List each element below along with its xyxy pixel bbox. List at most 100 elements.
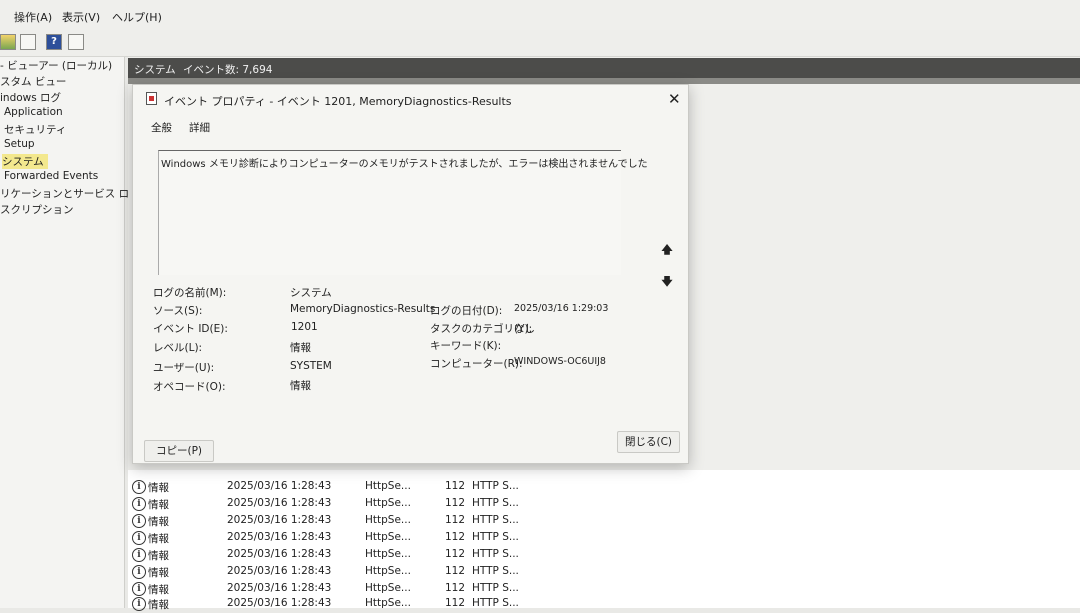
event-id: 112 — [445, 480, 466, 492]
table-row[interactable]: i 情報 2025/03/16 1:28:43 HttpSe... 112 HT… — [128, 496, 1080, 513]
tree-item-event-viewer[interactable]: - ビューアー (ローカル) — [0, 58, 112, 73]
opcode-label: オペコード(O): — [153, 381, 226, 393]
event-level: 情報 — [148, 584, 169, 596]
action-pane-icon[interactable] — [68, 34, 84, 50]
info-icon: i — [132, 514, 146, 528]
event-source: HttpSe... — [365, 480, 411, 492]
event-id-value: 1201 — [291, 321, 318, 333]
event-list: i 情報 2025/03/16 1:28:43 HttpSe... 112 HT… — [128, 470, 1080, 611]
tree-item-forwarded-events[interactable]: Forwarded Events — [4, 170, 98, 182]
event-task: HTTP S... — [472, 597, 519, 609]
tree-item-custom-views[interactable]: スタム ビュー — [0, 74, 66, 89]
info-icon: i — [132, 597, 146, 611]
opcode-value: 情報 — [290, 380, 311, 392]
menu-view[interactable]: 表示(V) — [62, 9, 100, 25]
event-source: HttpSe... — [365, 497, 411, 509]
event-level: 情報 — [148, 567, 169, 579]
help-icon[interactable]: ? — [46, 34, 62, 50]
log-name: システム — [134, 64, 176, 76]
event-date: 2025/03/16 1:28:43 — [227, 497, 332, 509]
event-level: 情報 — [148, 550, 169, 562]
table-row[interactable]: i 情報 2025/03/16 1:28:43 HttpSe... 112 HT… — [128, 564, 1080, 581]
event-properties-dialog: イベント プロパティ - イベント 1201, MemoryDiagnostic… — [132, 84, 689, 464]
open-icon[interactable] — [0, 34, 16, 50]
event-task: HTTP S... — [472, 565, 519, 577]
log-name-value: システム — [290, 287, 332, 299]
tab-details[interactable]: 詳細 — [189, 120, 210, 135]
event-source: HttpSe... — [365, 565, 411, 577]
source-label: ソース(S): — [153, 305, 203, 317]
event-id: 112 — [445, 582, 466, 594]
event-date: 2025/03/16 1:28:43 — [227, 514, 332, 526]
event-level: 情報 — [148, 516, 169, 528]
dialog-title: イベント プロパティ - イベント 1201, MemoryDiagnostic… — [164, 95, 512, 108]
tree-item-security[interactable]: セキュリティ — [4, 122, 66, 137]
event-date: 2025/03/16 1:28:43 — [227, 480, 332, 492]
event-task: HTTP S... — [472, 548, 519, 560]
log-name-label: ログの名前(M): — [153, 287, 227, 299]
info-icon: i — [132, 565, 146, 579]
tree-item-application[interactable]: Application — [4, 106, 63, 118]
info-icon: i — [132, 531, 146, 545]
table-row[interactable]: i 情報 2025/03/16 1:28:43 HttpSe... 112 HT… — [128, 596, 1080, 613]
event-date: 2025/03/16 1:28:43 — [227, 531, 332, 543]
show-hide-tree-icon[interactable] — [20, 34, 36, 50]
info-icon: i — [132, 548, 146, 562]
event-source: HttpSe... — [365, 582, 411, 594]
event-level: 情報 — [148, 482, 169, 494]
arrow-up-icon[interactable]: 🡅 — [659, 242, 675, 258]
event-id: 112 — [445, 597, 466, 609]
event-id: 112 — [445, 531, 466, 543]
copy-button[interactable]: コピー(P) — [144, 440, 214, 462]
keyword-label: キーワード(K): — [430, 340, 502, 352]
task-category-value: なし — [514, 323, 535, 335]
event-date: 2025/03/16 1:28:43 — [227, 548, 332, 560]
table-row[interactable]: i 情報 2025/03/16 1:28:43 HttpSe... 112 HT… — [128, 513, 1080, 530]
event-source: HttpSe... — [365, 597, 411, 609]
tree-item-windows-logs[interactable]: indows ログ — [0, 90, 61, 105]
event-viewer-icon — [146, 92, 157, 105]
source-value: MemoryDiagnostics-Results — [290, 303, 436, 315]
event-count: イベント数: 7,694 — [183, 64, 273, 76]
tree-item-subscriptions[interactable]: スクリプション — [0, 202, 74, 217]
event-id: 112 — [445, 497, 466, 509]
user-value: SYSTEM — [290, 360, 332, 372]
event-id: 112 — [445, 514, 466, 526]
tree-item-system[interactable]: システム — [2, 154, 48, 169]
info-icon: i — [132, 480, 146, 494]
event-level: 情報 — [148, 533, 169, 545]
tab-general[interactable]: 全般 — [151, 120, 172, 135]
event-date: 2025/03/16 1:28:43 — [227, 597, 332, 609]
close-button[interactable]: 閉じる(C) — [617, 431, 680, 453]
tree-item-setup[interactable]: Setup — [4, 138, 35, 150]
arrow-down-icon[interactable]: 🡇 — [659, 274, 675, 290]
event-date: 2025/03/16 1:28:43 — [227, 565, 332, 577]
date-label: ログの日付(D): — [430, 305, 503, 317]
log-header: システム イベント数: 7,694 — [128, 58, 1080, 78]
event-source: HttpSe... — [365, 514, 411, 526]
menu-help[interactable]: ヘルプ(H) — [112, 9, 162, 25]
event-id: 112 — [445, 548, 466, 560]
menu-action[interactable]: 操作(A) — [14, 9, 52, 25]
computer-label: コンピューター(R): — [430, 358, 523, 370]
navigation-tree: - ビューアー (ローカル) スタム ビュー indows ログ Applica… — [0, 57, 140, 608]
event-message-text: Windows メモリ診断によりコンピューターのメモリがテストされましたが、エラ… — [161, 159, 648, 170]
table-row[interactable]: i 情報 2025/03/16 1:28:43 HttpSe... 112 HT… — [128, 479, 1080, 496]
event-id-label: イベント ID(E): — [153, 323, 228, 335]
event-task: HTTP S... — [472, 480, 519, 492]
event-source: HttpSe... — [365, 548, 411, 560]
tree-item-app-service-logs[interactable]: リケーションとサービス ログ — [0, 186, 140, 201]
toolbar: ? — [0, 30, 1080, 57]
event-source: HttpSe... — [365, 531, 411, 543]
table-row[interactable]: i 情報 2025/03/16 1:28:43 HttpSe... 112 HT… — [128, 547, 1080, 564]
event-task: HTTP S... — [472, 514, 519, 526]
event-task: HTTP S... — [472, 497, 519, 509]
date-value: 2025/03/16 1:29:03 — [514, 303, 609, 314]
info-icon: i — [132, 497, 146, 511]
menu-bar: 操作(A) 表示(V) ヘルプ(H) — [0, 0, 1080, 30]
user-label: ユーザー(U): — [153, 362, 215, 374]
table-row[interactable]: i 情報 2025/03/16 1:28:43 HttpSe... 112 HT… — [128, 530, 1080, 547]
close-icon[interactable]: ✕ — [668, 90, 681, 108]
event-message[interactable]: Windows メモリ診断によりコンピューターのメモリがテストされましたが、エラ… — [158, 150, 648, 275]
event-date: 2025/03/16 1:28:43 — [227, 582, 332, 594]
